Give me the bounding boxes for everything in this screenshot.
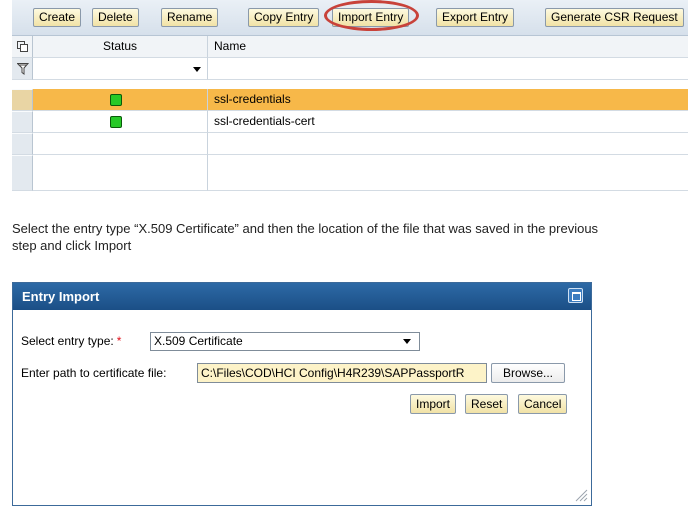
dialog-title: Entry Import	[22, 289, 100, 304]
table-toolbar: Create Delete Rename Copy Entry Import E…	[12, 0, 688, 36]
generate-csr-request-button[interactable]: Generate CSR Request	[545, 8, 684, 27]
status-ok-icon	[110, 94, 122, 106]
filter-toggle-cell[interactable]	[12, 58, 33, 80]
maximize-icon	[572, 292, 581, 301]
status-cell	[33, 133, 208, 155]
row-selector[interactable]	[12, 89, 33, 111]
entry-type-select[interactable]: X.509 Certificate	[150, 332, 420, 351]
instruction-line-1: Select the entry type “X.509 Certificate…	[12, 221, 599, 236]
name-filter-input[interactable]	[208, 58, 688, 80]
certificate-path-input[interactable]	[197, 363, 487, 383]
credentials-table: Status Name ssl-credentials ssl-credenti…	[12, 36, 688, 191]
path-label: Enter path to certificate file:	[21, 366, 167, 380]
maximize-button[interactable]	[568, 288, 583, 303]
instruction-text: Select the entry type “X.509 Certificate…	[12, 220, 688, 254]
resize-grip-icon[interactable]	[574, 488, 588, 502]
required-marker: *	[116, 334, 122, 348]
chevron-down-icon	[193, 67, 201, 72]
row-selector[interactable]	[12, 111, 33, 133]
table-row-empty	[12, 133, 688, 155]
filter-icon	[17, 63, 29, 75]
entry-type-label: Select entry type:	[21, 334, 114, 348]
status-cell	[33, 155, 208, 191]
instruction-line-2: step and click Import	[12, 238, 132, 253]
import-entry-button[interactable]: Import Entry	[332, 8, 410, 27]
table-row[interactable]: ssl-credentials-cert	[12, 111, 688, 133]
delete-button[interactable]: Delete	[92, 8, 139, 27]
row-selector	[12, 155, 33, 191]
status-column-header[interactable]: Status	[33, 36, 208, 58]
rename-button[interactable]: Rename	[161, 8, 219, 27]
create-button[interactable]: Create	[33, 8, 82, 27]
status-ok-icon	[110, 116, 122, 128]
table-header-row: Status Name	[12, 36, 688, 58]
chevron-down-icon	[403, 339, 411, 344]
copy-entry-button[interactable]: Copy Entry	[248, 8, 320, 27]
table-row[interactable]: ssl-credentials	[12, 89, 688, 111]
row-selector	[12, 133, 33, 155]
status-cell	[33, 111, 208, 133]
name-cell	[208, 155, 688, 191]
entry-import-dialog: Entry Import Select entry type: * X.509 C…	[12, 282, 592, 506]
table-settings-icon	[17, 41, 28, 52]
entry-type-label-group: Select entry type: *	[21, 334, 121, 348]
table-filter-row	[12, 58, 688, 80]
table-settings-cell[interactable]	[12, 36, 33, 58]
reset-button[interactable]: Reset	[465, 394, 509, 414]
export-entry-button[interactable]: Export Entry	[436, 8, 515, 27]
table-row-empty	[12, 155, 688, 191]
import-button[interactable]: Import	[410, 394, 457, 414]
status-filter-dropdown[interactable]	[33, 58, 208, 80]
browse-button[interactable]: Browse...	[491, 363, 566, 383]
credentials-table-panel: Create Delete Rename Copy Entry Import E…	[12, 0, 688, 191]
name-cell	[208, 133, 688, 155]
dialog-title-bar[interactable]: Entry Import	[13, 283, 591, 310]
status-cell	[33, 89, 208, 111]
name-cell: ssl-credentials-cert	[208, 111, 688, 133]
name-column-header[interactable]: Name	[208, 36, 688, 58]
cancel-button[interactable]: Cancel	[518, 394, 568, 414]
name-cell: ssl-credentials	[208, 89, 688, 111]
entry-type-value: X.509 Certificate	[154, 334, 243, 348]
